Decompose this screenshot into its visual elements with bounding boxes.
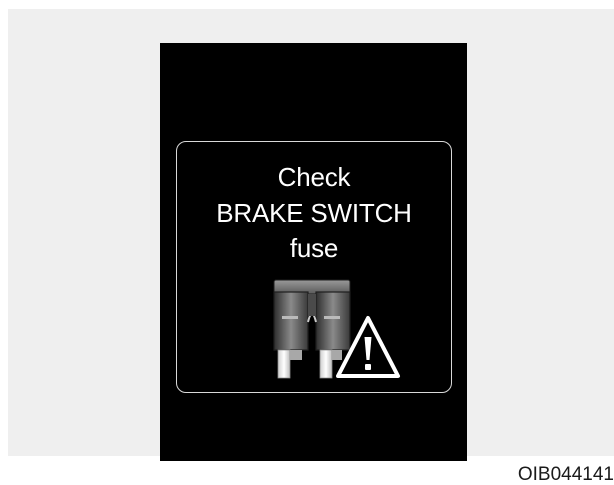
fuse-icon [273,279,351,379]
figure: Check BRAKE SWITCH fuse OIB044141 [0,0,614,485]
message-line-fuse: fuse [289,233,339,263]
fuse-warning-graphic [273,279,400,379]
figure-code: OIB044141 [517,464,614,485]
message-line-brake-switch: BRAKE SWITCH [216,198,412,228]
message-line-check: Check [277,162,351,192]
